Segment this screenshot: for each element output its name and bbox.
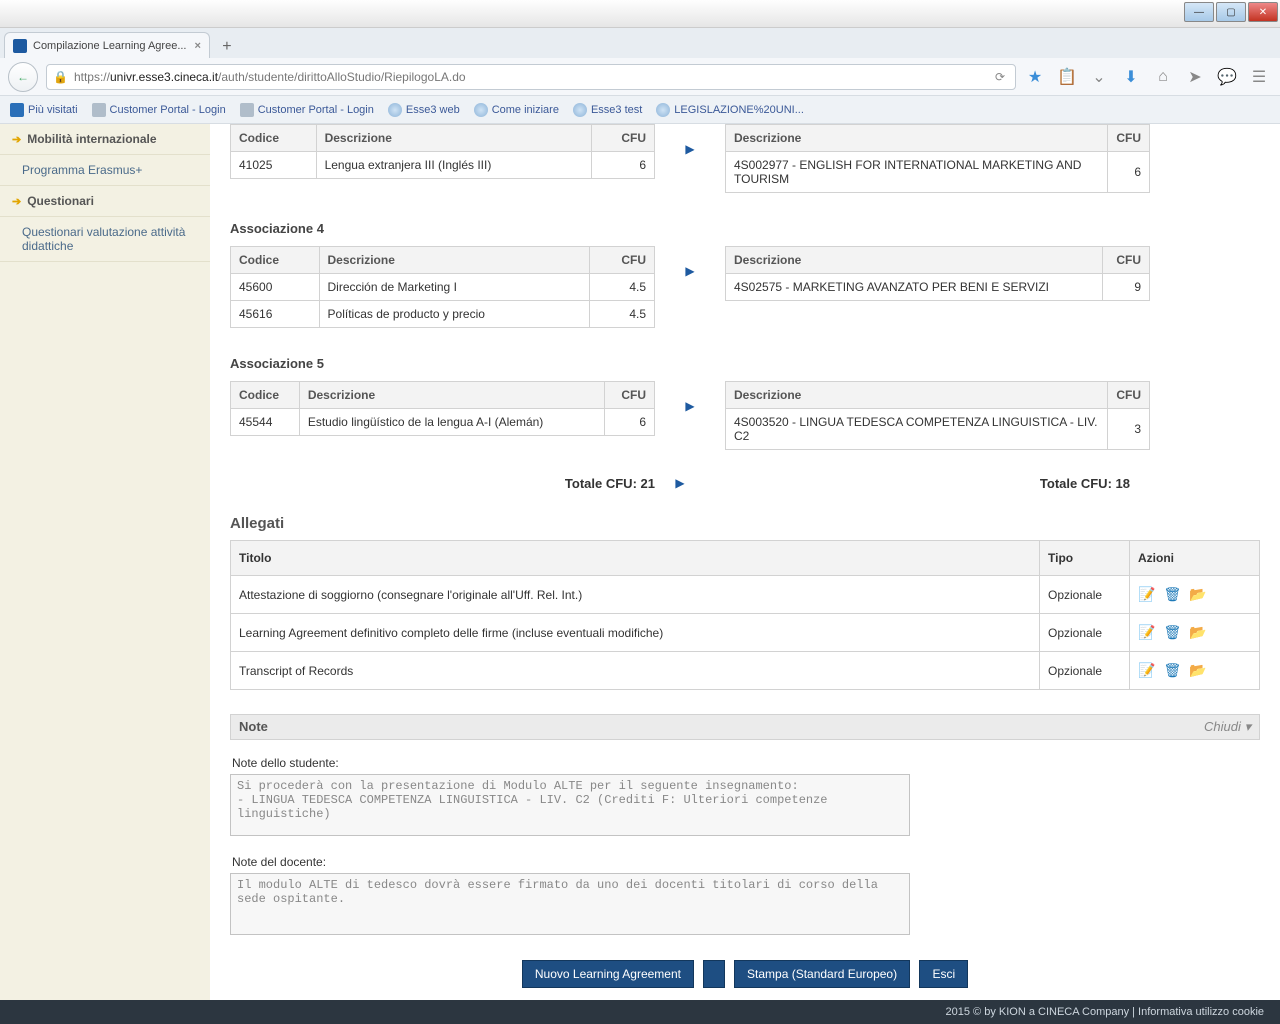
reload-icon[interactable]: ⟳ xyxy=(991,70,1009,84)
window-maximize-button[interactable]: ▢ xyxy=(1216,2,1246,22)
allegati-table: TitoloTipoAzioni Attestazione di soggior… xyxy=(230,540,1260,690)
url-bar[interactable]: 🔒 https://univr.esse3.cineca.it/auth/stu… xyxy=(46,64,1016,90)
arrow-right-icon: ➔ xyxy=(12,133,21,146)
table-row: 4S02575 - MARKETING AVANZATO PER BENI E … xyxy=(726,274,1150,301)
favicon-icon xyxy=(13,39,27,53)
bookmarks-bar: Più visitati Customer Portal - Login Cus… xyxy=(0,96,1280,124)
open-folder-icon[interactable]: 📂 xyxy=(1189,586,1206,602)
edit-icon[interactable]: 📝 xyxy=(1138,586,1155,602)
back-button[interactable]: ← xyxy=(8,62,38,92)
table-row: 45616Políticas de producto y precio4.5 xyxy=(231,301,655,328)
association-heading: Associazione 5 xyxy=(230,356,1260,371)
table-row: Attestazione di soggiorno (consegnare l'… xyxy=(231,576,1260,614)
edit-icon[interactable]: 📝 xyxy=(1138,662,1155,678)
url-host: univr.esse3.cineca.it xyxy=(110,70,218,84)
delete-icon[interactable]: 🗑 xyxy=(1163,586,1181,602)
table-row: 4S002977 - ENGLISH FOR INTERNATIONAL MAR… xyxy=(726,152,1150,193)
arrow-right-icon: ▶ xyxy=(675,381,705,413)
bookmark-item[interactable]: Customer Portal - Login xyxy=(92,103,226,117)
globe-icon xyxy=(388,103,402,117)
bookmark-icon xyxy=(10,103,24,117)
sidebar-item-mobility[interactable]: ➔Mobilità internazionale xyxy=(0,124,210,155)
lock-icon: 🔒 xyxy=(53,70,68,84)
globe-icon xyxy=(573,103,587,117)
note-close-link[interactable]: Chiudi ▾ xyxy=(1204,719,1251,735)
edit-icon[interactable]: 📝 xyxy=(1138,624,1155,640)
delete-icon[interactable]: 🗑 xyxy=(1163,624,1181,640)
pocket-icon[interactable]: ⌄ xyxy=(1086,64,1112,90)
bookmark-icon xyxy=(92,103,106,117)
browser-toolbar: ← 🔒 https://univr.esse3.cineca.it/auth/s… xyxy=(0,58,1280,96)
arrow-right-icon: ▶ xyxy=(655,476,705,491)
association-heading: Associazione 4 xyxy=(230,221,1260,236)
teacher-note-label: Note del docente: xyxy=(232,855,1260,869)
open-folder-icon[interactable]: 📂 xyxy=(1189,624,1206,640)
button-row: Nuovo Learning Agreement Stampa (Standar… xyxy=(230,960,1260,988)
totals-row: Totale CFU: 21 ▶ Totale CFU: 18 xyxy=(230,476,1260,491)
bookmark-item[interactable]: LEGISLAZIONE%20UNI... xyxy=(656,103,804,117)
open-folder-icon[interactable]: 📂 xyxy=(1189,662,1206,678)
footer: 2015 © by KION a CINECA Company | Inform… xyxy=(0,1000,1280,1024)
bookmark-item[interactable]: Esse3 test xyxy=(573,103,642,117)
arrow-right-icon: ➔ xyxy=(12,195,21,208)
chat-icon[interactable]: 💬 xyxy=(1214,64,1240,90)
tab-title: Compilazione Learning Agree... xyxy=(33,40,186,52)
table-row: 45544Estudio lingüístico de la lengua A-… xyxy=(231,409,655,436)
new-tab-button[interactable]: + xyxy=(214,36,240,58)
browser-tab[interactable]: Compilazione Learning Agree... × xyxy=(4,32,210,58)
sidebar-item-quest-val[interactable]: Questionari valutazione attività didatti… xyxy=(0,217,210,262)
assoc5-left-table: CodiceDescrizioneCFU 45544Estudio lingüí… xyxy=(230,381,655,436)
menu-icon[interactable]: ☰ xyxy=(1246,64,1272,90)
arrow-right-icon: ▶ xyxy=(675,124,705,156)
note-title: Note xyxy=(239,719,268,735)
assoc4-left-table: CodiceDescrizioneCFU 45600Dirección de M… xyxy=(230,246,655,328)
clipboard-icon[interactable]: 📋 xyxy=(1054,64,1080,90)
bookmark-icon xyxy=(240,103,254,117)
download-icon[interactable]: ⬇ xyxy=(1118,64,1144,90)
globe-icon xyxy=(656,103,670,117)
url-prefix: https:// xyxy=(74,70,110,84)
window-titlebar: — ▢ ✕ xyxy=(0,0,1280,28)
star-icon[interactable]: ★ xyxy=(1022,64,1048,90)
url-path: /auth/studente/dirittoAlloStudio/Riepilo… xyxy=(218,70,466,84)
bookmark-item[interactable]: Come iniziare xyxy=(474,103,559,117)
browser-tabstrip: Compilazione Learning Agree... × + xyxy=(0,28,1280,58)
home-icon[interactable]: ⌂ xyxy=(1150,64,1176,90)
main-content: CodiceDescrizioneCFU 41025 Lengua extran… xyxy=(210,124,1280,1018)
tab-close-icon[interactable]: × xyxy=(194,40,200,52)
send-icon[interactable]: ➤ xyxy=(1182,64,1208,90)
allegati-heading: Allegati xyxy=(230,515,1260,532)
note-header: Note Chiudi ▾ xyxy=(230,714,1260,740)
window-close-button[interactable]: ✕ xyxy=(1248,2,1278,22)
assoc4-right-table: DescrizioneCFU 4S02575 - MARKETING AVANZ… xyxy=(725,246,1150,301)
student-note-label: Note dello studente: xyxy=(232,756,1260,770)
table-row: Learning Agreement definitivo completo d… xyxy=(231,614,1260,652)
table-row: 4S003520 - LINGUA TEDESCA COMPETENZA LIN… xyxy=(726,409,1150,450)
bookmark-item[interactable]: Più visitati xyxy=(10,103,78,117)
teacher-note-textarea[interactable] xyxy=(230,873,910,935)
student-note-textarea[interactable] xyxy=(230,774,910,836)
globe-icon xyxy=(474,103,488,117)
nuovo-button[interactable]: Nuovo Learning Agreement xyxy=(522,960,694,988)
sidebar-item-erasmus[interactable]: Programma Erasmus+ xyxy=(0,155,210,186)
assoc-right-table: DescrizioneCFU 4S002977 - ENGLISH FOR IN… xyxy=(725,124,1150,193)
stampa-button[interactable]: Stampa (Standard Europeo) xyxy=(734,960,910,988)
table-row: 45600Dirección de Marketing I4.5 xyxy=(231,274,655,301)
bookmark-item[interactable]: Customer Portal - Login xyxy=(240,103,374,117)
table-row: Transcript of Records Opzionale 📝🗑📂 xyxy=(231,652,1260,690)
table-row: 41025 Lengua extranjera III (Inglés III)… xyxy=(231,152,655,179)
sidebar-item-questionari[interactable]: ➔Questionari xyxy=(0,186,210,217)
window-minimize-button[interactable]: — xyxy=(1184,2,1214,22)
assoc5-right-table: DescrizioneCFU 4S003520 - LINGUA TEDESCA… xyxy=(725,381,1150,450)
separator-button[interactable] xyxy=(703,960,724,988)
esci-button[interactable]: Esci xyxy=(919,960,968,988)
sidebar: ➔Mobilità internazionale Programma Erasm… xyxy=(0,124,210,1018)
delete-icon[interactable]: 🗑 xyxy=(1163,662,1181,678)
assoc-left-table: CodiceDescrizioneCFU 41025 Lengua extran… xyxy=(230,124,655,179)
arrow-right-icon: ▶ xyxy=(675,246,705,278)
bookmark-item[interactable]: Esse3 web xyxy=(388,103,460,117)
